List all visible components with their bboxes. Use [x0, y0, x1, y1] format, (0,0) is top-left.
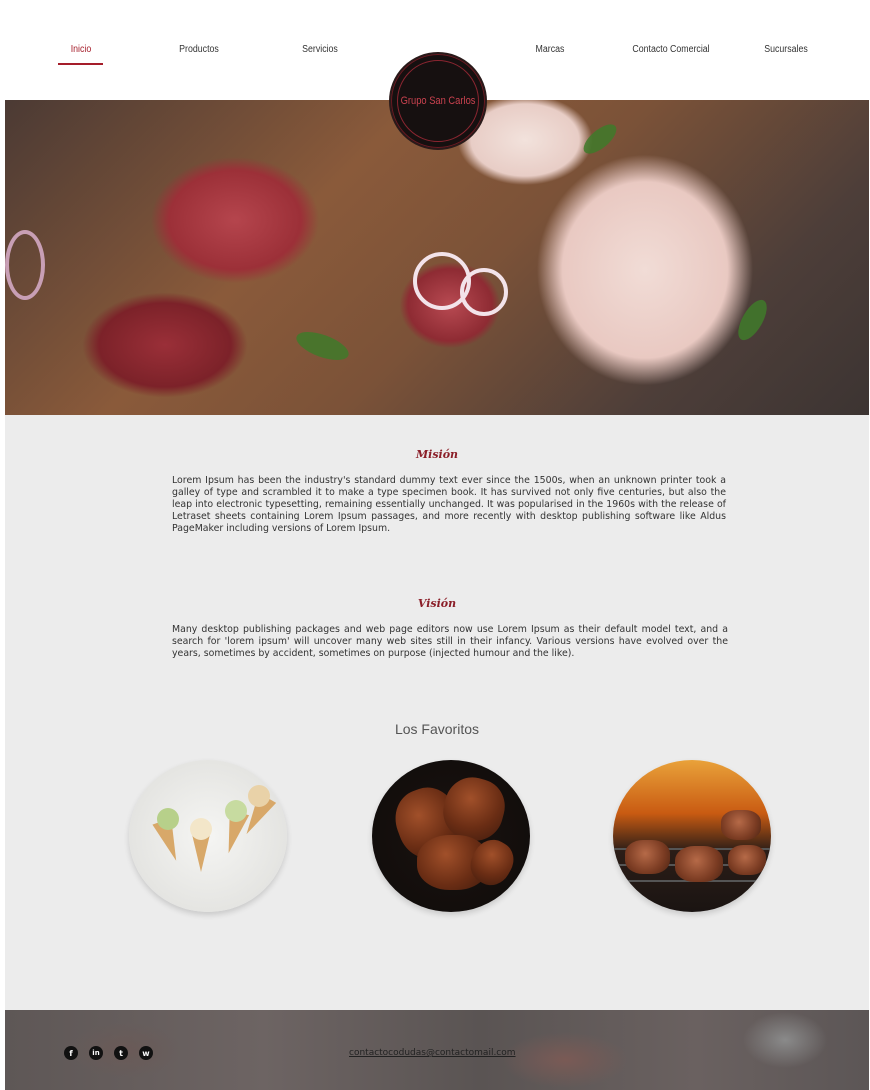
whatsapp-icon[interactable]: w	[139, 1046, 153, 1060]
logo-text: Grupo San Carlos	[400, 95, 476, 107]
mission-text: Lorem Ipsum has been the industry's stan…	[172, 475, 726, 534]
mission-title: Misión	[415, 448, 459, 461]
nav-item-servicios[interactable]: Servicios	[294, 44, 347, 55]
page: Inicio Productos Servicios Marcas Contac…	[5, 0, 869, 1090]
nav-item-marcas[interactable]: Marcas	[524, 44, 577, 55]
scoop-shape	[248, 785, 270, 807]
steak-piece	[721, 810, 761, 840]
scoop-shape	[157, 808, 179, 830]
roast-chicken-image[interactable]	[372, 760, 530, 912]
onion-ring	[460, 268, 508, 316]
brand-logo[interactable]: Grupo San Carlos	[389, 52, 487, 150]
scoop-shape	[190, 818, 212, 840]
vision-title: Visión	[417, 597, 457, 610]
nav-item-inicio[interactable]: Inicio	[63, 44, 100, 55]
footer: f in t w contactocodudas@contactomail.co…	[5, 1010, 869, 1090]
favorites-title: Los Favoritos	[394, 721, 480, 737]
nav-item-contacto-comercial[interactable]: Contacto Comercial	[626, 44, 716, 55]
contact-email-link[interactable]: contactocodudas@contactomail.com	[349, 1048, 516, 1058]
nav-item-sucursales[interactable]: Sucursales	[760, 44, 813, 55]
linkedin-icon[interactable]: in	[89, 1046, 103, 1060]
steak-piece	[625, 840, 670, 874]
ice-cream-image[interactable]	[129, 760, 287, 912]
vision-text: Many desktop publishing packages and web…	[172, 624, 728, 659]
onion-slice	[5, 230, 45, 300]
nav-active-underline	[58, 63, 103, 65]
grilled-steak-image[interactable]	[613, 760, 771, 912]
twitter-icon[interactable]: t	[114, 1046, 128, 1060]
facebook-icon[interactable]: f	[64, 1046, 78, 1060]
about-section: Misión Lorem Ipsum has been the industry…	[5, 415, 869, 1010]
nav-item-productos[interactable]: Productos	[173, 44, 226, 55]
steak-piece	[675, 846, 723, 882]
herb-sprig	[732, 295, 773, 345]
herb-sprig	[578, 119, 622, 159]
steak-piece	[728, 845, 766, 875]
herb-sprig	[292, 326, 353, 366]
